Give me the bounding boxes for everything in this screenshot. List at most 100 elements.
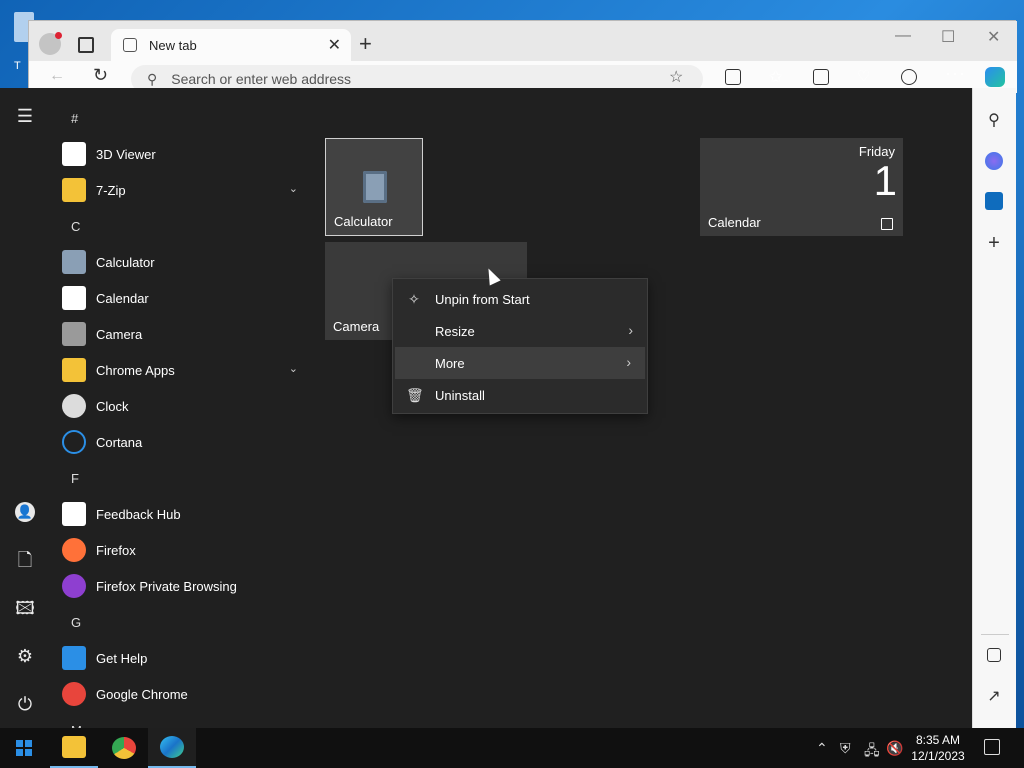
group-header[interactable]: # — [56, 100, 312, 136]
notifications-bell-icon[interactable] — [901, 69, 917, 85]
more-options-icon[interactable]: ··· — [945, 63, 965, 83]
app-list-item[interactable]: Get Help — [56, 640, 312, 676]
outlook-icon[interactable] — [985, 192, 1003, 210]
app-name: Get Help — [96, 650, 148, 666]
app-list: #3D Viewer 7-Zip ⌄ C Calculator Calendar Camer… — [56, 100, 312, 728]
group-header[interactable]: G — [56, 604, 312, 640]
show-hidden-icons-chevron-icon[interactable]: ⌃ — [816, 740, 828, 757]
app-list-item[interactable]: Feedback Hub — [56, 496, 312, 532]
tab-close-icon[interactable]: ✕ — [328, 35, 341, 55]
chrome-icon — [112, 737, 136, 759]
folder-icon — [62, 358, 86, 382]
tile-calculator[interactable]: Calculator — [325, 138, 423, 236]
pictures-icon[interactable]: 🖾 — [15, 598, 35, 618]
microsoft-365-icon[interactable] — [985, 152, 1003, 170]
tile-label: Camera — [333, 319, 380, 334]
group-header[interactable]: M — [56, 712, 312, 729]
file-explorer-icon — [62, 736, 86, 758]
calculator-icon — [62, 250, 86, 274]
back-arrow-icon[interactable]: ← — [49, 67, 65, 85]
chevron-down-icon[interactable]: ⌄ — [289, 182, 298, 195]
context-menu-item[interactable]: Resize › — [393, 315, 647, 347]
app-name: Google Chrome — [96, 686, 188, 702]
hamburger-menu-icon[interactable]: ☰ — [15, 106, 35, 126]
clock-time: 8:35 AM — [915, 733, 961, 747]
app-list-item[interactable]: Firefox Private Browsing — [56, 568, 312, 604]
tile-calendar[interactable]: Friday 1 Calendar — [700, 138, 903, 236]
app-list-item[interactable]: Google Chrome — [56, 676, 312, 712]
sidebar-search-icon[interactable]: ⚲ — [985, 112, 1003, 130]
app-list-item[interactable]: Cortana — [56, 424, 312, 460]
app-name: Calendar — [96, 290, 149, 306]
minimize-button[interactable]: — — [895, 27, 911, 45]
firefox-icon — [62, 538, 86, 562]
start-button[interactable] — [0, 728, 48, 768]
app-name: Clock — [96, 398, 129, 414]
app-name: 3D Viewer — [96, 146, 156, 162]
refresh-icon[interactable]: ↻ — [93, 65, 108, 86]
close-window-button[interactable]: ✕ — [987, 27, 1000, 47]
start-menu: ☰ 👤 🗋 🖾 ⚙ ⏻ #3D Viewer 7-Zip ⌄ C Calculator C… — [0, 88, 972, 728]
app-list-item[interactable]: Calendar — [56, 280, 312, 316]
browser-essentials-icon[interactable]: ♡ — [857, 67, 873, 85]
app-list-item[interactable]: Camera — [56, 316, 312, 352]
sidebar-divider — [981, 634, 1009, 635]
tab-new-tab[interactable]: New tab ✕ — [111, 29, 351, 61]
edge-sidebar: ⚲ + ↗ — [972, 88, 1016, 728]
app-list-item[interactable]: 7-Zip ⌄ — [56, 172, 312, 208]
taskbar-file-explorer[interactable] — [50, 728, 98, 768]
settings-gear-icon[interactable]: ⚙ — [15, 646, 35, 666]
feedback-icon — [62, 502, 86, 526]
context-menu-item[interactable]: ✧ Unpin from Start — [393, 283, 647, 315]
copilot-icon[interactable] — [985, 67, 1005, 87]
documents-icon[interactable]: 🗋 — [15, 550, 35, 570]
security-icon[interactable]: ⛨ — [840, 740, 851, 757]
app-list-item[interactable]: Firefox — [56, 532, 312, 568]
unpin-icon: ✧ — [408, 291, 420, 307]
context-menu-label: Unpin from Start — [435, 291, 530, 307]
collections-icon[interactable] — [813, 69, 829, 85]
new-tab-button[interactable]: + — [359, 33, 372, 55]
app-name: 7-Zip — [96, 182, 126, 198]
split-screen-icon[interactable] — [725, 69, 741, 85]
user-account-icon[interactable]: 👤 — [15, 502, 35, 522]
profile-icon[interactable] — [39, 32, 62, 55]
calculator-icon — [363, 171, 387, 203]
hide-sidebar-icon[interactable] — [987, 648, 1001, 662]
maximize-button[interactable]: ☐ — [941, 27, 955, 47]
power-icon[interactable]: ⏻ — [15, 694, 35, 714]
group-header[interactable]: C — [56, 208, 312, 244]
favorites-icon[interactable]: ✩ — [769, 67, 785, 86]
taskbar-chrome[interactable] — [100, 728, 148, 768]
cortana-icon — [62, 430, 86, 454]
trash-icon: 🗑 — [406, 387, 424, 403]
firefox-private-icon — [62, 574, 86, 598]
app-list-item[interactable]: 3D Viewer — [56, 136, 312, 172]
tab-strip: New tab ✕ + — ☐ ✕ — [29, 21, 1017, 61]
action-center-icon[interactable] — [984, 739, 1000, 755]
chevron-down-icon[interactable]: ⌄ — [289, 362, 298, 375]
app-list-item[interactable]: Clock — [56, 388, 312, 424]
context-menu-item[interactable]: 🗑 Uninstall — [393, 379, 647, 411]
app-name: Calculator — [96, 254, 155, 270]
app-list-item[interactable]: Chrome Apps ⌄ — [56, 352, 312, 388]
group-header[interactable]: F — [56, 460, 312, 496]
app-name: Camera — [96, 326, 143, 342]
taskbar-edge[interactable] — [148, 728, 196, 768]
app-name: Firefox Private Browsing — [96, 578, 237, 594]
tab-actions-icon[interactable] — [78, 37, 94, 53]
taskbar-clock[interactable]: 8:35 AM 12/1/2023 — [910, 732, 966, 764]
app-name: Firefox — [96, 542, 136, 558]
add-favorite-star-icon[interactable]: ☆ — [669, 67, 683, 87]
clock-icon — [62, 394, 86, 418]
address-placeholder: Search or enter web address — [171, 71, 352, 87]
volume-muted-icon[interactable]: 🔇 — [886, 740, 903, 757]
calendar-icon — [881, 218, 893, 230]
network-icon[interactable]: 🖧 — [864, 740, 880, 764]
app-list-item[interactable]: Calculator — [56, 244, 312, 280]
new-tab-favicon-icon — [123, 38, 137, 52]
context-menu-item[interactable]: More › — [395, 347, 645, 379]
external-link-icon[interactable]: ↗ — [985, 688, 1003, 706]
sidebar-add-icon[interactable]: + — [985, 233, 1003, 253]
windows-logo-icon — [16, 740, 32, 756]
